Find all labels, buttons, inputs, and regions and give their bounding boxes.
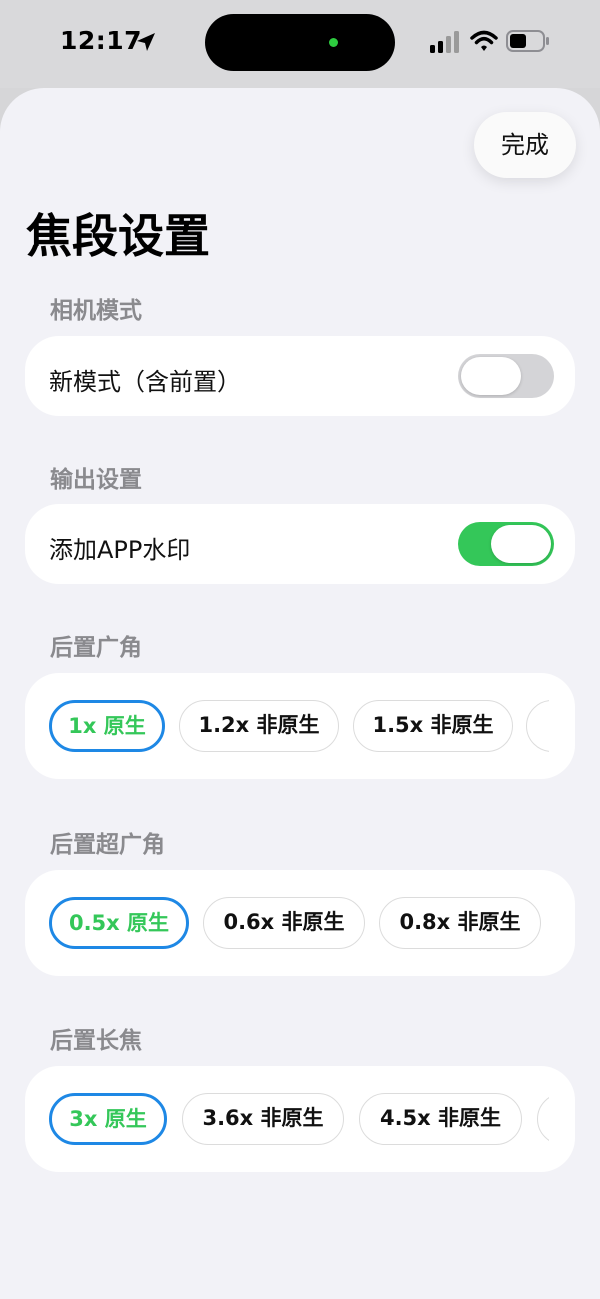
camera-mode-card: 新模式（含前置） bbox=[25, 336, 575, 416]
chip-rear-tele-3x[interactable]: 3x 原生 bbox=[49, 1093, 167, 1145]
rear-wide-chip-strip[interactable]: 1x 原生 1.2x 非原生 1.5x 非原生 2 bbox=[49, 698, 549, 754]
chip-rear-wide-1x[interactable]: 1x 原生 bbox=[49, 700, 165, 752]
watermark-toggle[interactable] bbox=[458, 522, 554, 566]
new-mode-toggle[interactable] bbox=[458, 354, 554, 398]
chip-rear-wide-2x[interactable]: 2 bbox=[526, 700, 549, 752]
battery-icon bbox=[506, 30, 549, 52]
rear-wide-card: 1x 原生 1.2x 非原生 1.5x 非原生 2 bbox=[25, 673, 575, 779]
cellular-signal-icon bbox=[430, 31, 459, 53]
rear-ultrawide-card: 0.5x 原生 0.6x 非原生 0.8x 非原生 bbox=[25, 870, 575, 976]
toggle-knob bbox=[491, 525, 551, 563]
new-mode-label: 新模式（含前置） bbox=[49, 368, 241, 396]
chip-rear-ultrawide-0-5x[interactable]: 0.5x 原生 bbox=[49, 897, 189, 949]
chip-rear-ultrawide-0-8x[interactable]: 0.8x 非原生 bbox=[379, 897, 541, 949]
section-label-output: 输出设置 bbox=[50, 467, 142, 493]
chip-rear-wide-1-5x[interactable]: 1.5x 非原生 bbox=[353, 700, 513, 752]
rear-ultrawide-chip-strip[interactable]: 0.5x 原生 0.6x 非原生 0.8x 非原生 bbox=[49, 895, 549, 951]
toggle-knob bbox=[461, 357, 521, 395]
output-card: 添加APP水印 bbox=[25, 504, 575, 584]
status-time: 12:17 bbox=[60, 26, 143, 55]
chip-rear-tele-4-5x[interactable]: 4.5x 非原生 bbox=[359, 1093, 522, 1145]
chip-rear-tele-3-6x[interactable]: 3.6x 非原生 bbox=[182, 1093, 344, 1145]
rear-tele-chip-strip[interactable]: 3x 原生 3.6x 非原生 4.5x 非原生 bbox=[49, 1091, 549, 1147]
section-label-rear-tele: 后置长焦 bbox=[50, 1028, 142, 1054]
rear-tele-card: 3x 原生 3.6x 非原生 4.5x 非原生 bbox=[25, 1066, 575, 1172]
camera-indicator-dot bbox=[329, 38, 338, 47]
section-label-rear-wide: 后置广角 bbox=[50, 635, 142, 661]
page-title: 焦段设置 bbox=[26, 209, 210, 263]
location-arrow-icon bbox=[137, 33, 155, 51]
wifi-icon bbox=[470, 30, 498, 51]
section-label-camera-mode: 相机模式 bbox=[50, 298, 142, 324]
chip-rear-wide-1-2x[interactable]: 1.2x 非原生 bbox=[179, 700, 339, 752]
settings-sheet: 完成 焦段设置 相机模式 新模式（含前置） 输出设置 添加APP水印 后置广角 … bbox=[0, 88, 600, 1299]
chip-rear-tele-next[interactable] bbox=[537, 1093, 549, 1145]
dynamic-island bbox=[205, 14, 395, 71]
status-bar: 12:17 bbox=[0, 0, 600, 88]
chip-rear-ultrawide-0-6x[interactable]: 0.6x 非原生 bbox=[203, 897, 365, 949]
watermark-label: 添加APP水印 bbox=[49, 536, 191, 564]
section-label-rear-ultrawide: 后置超广角 bbox=[50, 832, 165, 858]
done-button[interactable]: 完成 bbox=[474, 112, 576, 178]
